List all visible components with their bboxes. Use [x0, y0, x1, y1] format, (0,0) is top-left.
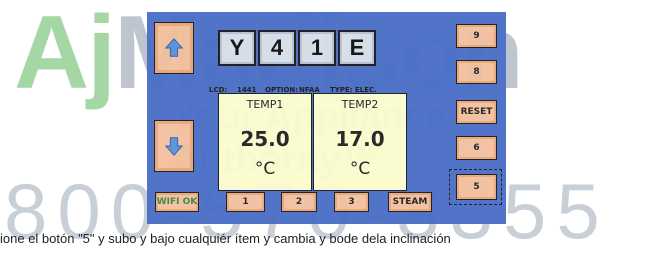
temp2-value: 17.0	[335, 127, 385, 151]
temp1-label: TEMP1	[246, 98, 284, 111]
temp1-display: TEMP1 25.0 °C	[218, 93, 312, 191]
button-3[interactable]: 3	[334, 192, 369, 212]
control-panel: Y 4 1 E LCD: 1441 OPTION: NFAA TYPE: ELE…	[147, 12, 506, 224]
reset-button[interactable]: RESET	[456, 100, 497, 124]
down-arrow-button[interactable]	[154, 120, 194, 172]
steam-button[interactable]: STEAM	[388, 192, 432, 212]
lcd-char-4: E	[338, 30, 376, 66]
up-arrow-button[interactable]	[154, 22, 194, 74]
button-1[interactable]: 1	[226, 192, 265, 212]
temp1-value: 25.0	[240, 127, 290, 151]
temp1-unit: °C	[254, 159, 276, 179]
selection-outline	[449, 169, 502, 205]
button-9[interactable]: 9	[456, 24, 497, 48]
temp2-display: TEMP2 17.0 °C	[313, 93, 407, 191]
button-6[interactable]: 6	[456, 136, 497, 160]
temp2-unit: °C	[349, 159, 371, 179]
temp2-label: TEMP2	[341, 98, 379, 111]
button-2[interactable]: 2	[281, 192, 317, 212]
wifi-status-button[interactable]: WIFI OK	[155, 192, 199, 212]
watermark-brand-a: Aj	[14, 0, 116, 111]
lcd-char-3: 1	[298, 30, 336, 66]
lcd-char-1: Y	[218, 30, 256, 66]
button-8[interactable]: 8	[456, 60, 497, 84]
arrow-down-icon	[164, 137, 184, 156]
lcd-char-2: 4	[258, 30, 296, 66]
arrow-up-icon	[164, 38, 184, 57]
